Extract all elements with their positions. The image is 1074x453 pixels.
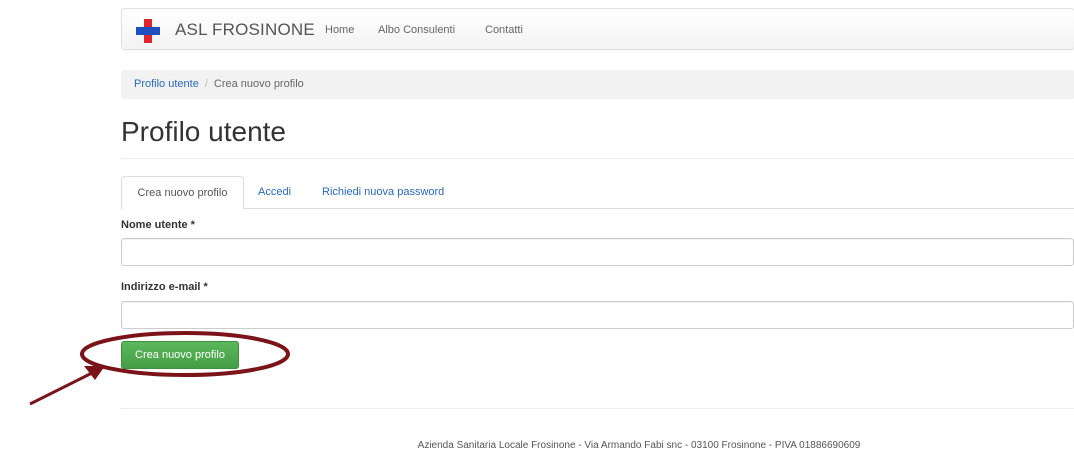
email-label: Indirizzo e-mail * [121, 281, 208, 293]
page-title: Profilo utente [121, 116, 286, 147]
title-divider [121, 158, 1074, 159]
username-input[interactable] [121, 238, 1074, 266]
tabs: Crea nuovo profilo Accedi Richiedi nuova… [121, 176, 1074, 210]
breadcrumb: Profilo utente / Crea nuovo profilo [121, 70, 1074, 99]
breadcrumb-profilo-utente-link[interactable]: Profilo utente [134, 78, 199, 90]
username-label: Nome utente * [121, 219, 195, 231]
annotation-arrow-head [84, 366, 105, 380]
asl-cross-logo-icon[interactable] [136, 19, 160, 43]
tab-richiedi-nuova-password[interactable]: Richiedi nuova password [322, 176, 444, 209]
crea-nuovo-profilo-button[interactable]: Crea nuovo profilo [121, 341, 239, 369]
breadcrumb-current: Crea nuovo profilo [213, 78, 304, 90]
annotation-arrow-line [29, 370, 95, 406]
footer-divider [121, 408, 1074, 409]
nav-albo-consulenti-link[interactable]: Albo Consulenti [378, 24, 455, 36]
brand-name[interactable]: ASL FROSINONE [175, 20, 315, 40]
navbar: ASL FROSINONE Home Albo Consulenti Conta… [121, 8, 1074, 50]
email-input[interactable] [121, 301, 1074, 329]
footer-text: Azienda Sanitaria Locale Frosinone - Via… [417, 440, 861, 451]
nav-contatti-link[interactable]: Contatti [485, 24, 523, 36]
tab-crea-nuovo-profilo[interactable]: Crea nuovo profilo [121, 176, 244, 210]
tab-accedi[interactable]: Accedi [258, 176, 291, 209]
breadcrumb-separator: / [204, 78, 208, 90]
nav-home-link[interactable]: Home [325, 24, 354, 36]
